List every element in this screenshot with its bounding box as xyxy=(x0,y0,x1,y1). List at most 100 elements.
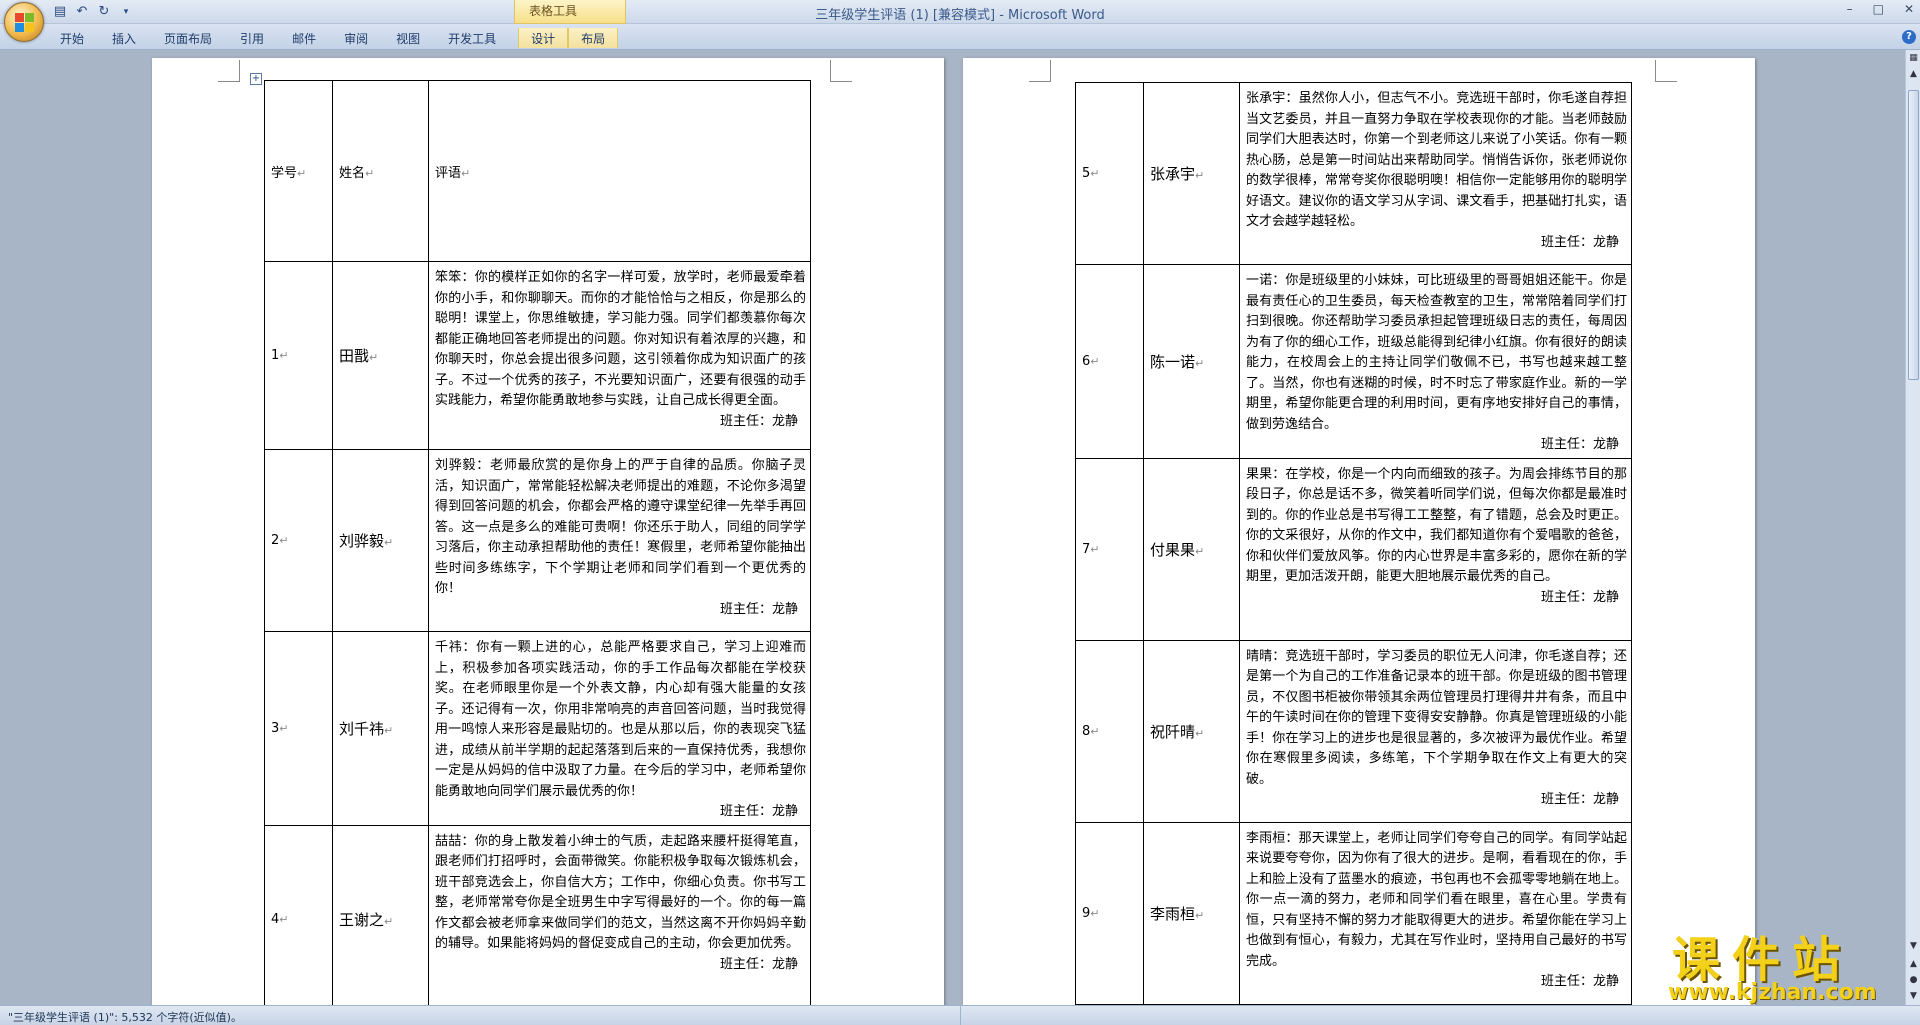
redo-icon[interactable]: ↻ xyxy=(96,4,112,20)
office-logo-icon xyxy=(15,13,35,33)
header-student-no: 学号↵ xyxy=(264,80,333,262)
office-button[interactable] xyxy=(4,2,44,42)
document-title: 三年级学生评语 (1) [兼容模式] - xyxy=(815,8,1009,23)
row-student-no: 4↵ xyxy=(264,824,333,1005)
row-comment[interactable]: 张承宇：虽然你人小，但志气不小。竞选班干部时，你毛遂自荐担当文艺委员，并且一直努… xyxy=(1239,82,1632,265)
row-comment[interactable]: 果果：在学校，你是一个内向而细致的孩子。为周会排练节目的那段日子，你总是话不多，… xyxy=(1239,457,1632,641)
table-row: 2↵ 刘骅毅↵ 刘骅毅：老师最欣赏的是你身上的严于自律的品质。你脑子灵活，知识面… xyxy=(264,449,811,632)
quick-access-toolbar: ▤ ↶ ↻ ▾ xyxy=(52,3,134,20)
ruler-toggle-icon[interactable]: ▦ xyxy=(1907,52,1920,65)
table-row: 9↵ 李雨桓↵ 李雨桓：那天课堂上，老师让同学们夸夸自己的同学。有同学站起来说要… xyxy=(1075,821,1632,1005)
row-student-no: 1↵ xyxy=(264,261,333,450)
comment-text: 张承宇：虽然你人小，但志气不小。竞选班干部时，你毛遂自荐担当文艺委员，并且一直努… xyxy=(1246,91,1627,229)
tab-references[interactable]: 引用 xyxy=(228,28,276,48)
table-row: 6↵ 陈一诺↵ 一诺：你是班级里的小妹妹，可比班级里的哥哥姐姐还能干。你是最有责… xyxy=(1075,264,1632,459)
window-title: 三年级学生评语 (1) [兼容模式] - Microsoft Word xyxy=(0,4,1920,23)
scroll-up-icon[interactable]: ▲ xyxy=(1907,68,1920,81)
undo-icon[interactable]: ↶ xyxy=(74,4,90,20)
help-icon[interactable]: ? xyxy=(1902,30,1916,44)
teacher-signature: 班主任：龙静 xyxy=(1540,589,1619,605)
maximize-icon[interactable]: □ xyxy=(1873,2,1884,16)
teacher-signature: 班主任：龙静 xyxy=(719,956,798,972)
table-row: 8↵ 祝阡晴↵ 晴晴：竞选班干部时，学习委员的职位无人问津，你毛遂自荐；还是第一… xyxy=(1075,639,1632,823)
row-comment[interactable]: 笨笨：你的模样正如你的名字一样可爱，放学时，老师最爱牵着你的小手，和你聊聊天。而… xyxy=(428,261,811,450)
teacher-signature: 班主任：龙静 xyxy=(719,804,798,819)
row-student-name: 陈一诺↵ xyxy=(1143,264,1240,459)
row-student-name: 李雨桓↵ xyxy=(1143,821,1240,1005)
comment-text: 晴晴：竞选班干部时，学习委员的职位无人问津，你毛遂自荐；还是第一个为自己的工作准… xyxy=(1246,648,1627,787)
crop-mark xyxy=(830,60,852,82)
tab-view[interactable]: 视图 xyxy=(384,28,432,48)
comment-text: 笨笨：你的模样正如你的名字一样可爱，放学时，老师最爱牵着你的小手，和你聊聊天。而… xyxy=(435,270,806,408)
save-icon[interactable]: ▤ xyxy=(52,4,68,20)
ribbon-tabs: 开始 插入 页面布局 引用 邮件 审阅 视图 开发工具 设计 布局 xyxy=(48,28,622,48)
student-name: 祝阡晴 xyxy=(1150,722,1196,741)
row-student-no: 5↵ xyxy=(1075,82,1144,265)
row-student-name: 张承宇↵ xyxy=(1143,82,1240,265)
student-name: 付果果 xyxy=(1150,540,1196,559)
row-comment[interactable]: 喆喆：你的身上散发着小绅士的气质，走起路来腰杆挺得笔直，跟老师们打招呼时，会面带… xyxy=(428,824,811,1005)
table-row: 5↵ 张承宇↵ 张承宇：虽然你人小，但志气不小。竞选班干部时，你毛遂自荐担当文艺… xyxy=(1075,82,1632,265)
page-left: + 学号↵ 姓名↵ 评语↵ 1↵ 田戬↵ 笨笨：你的模样正如你的名字一样可爱，放… xyxy=(152,58,944,1005)
tab-home[interactable]: 开始 xyxy=(48,28,96,48)
table-move-handle-icon[interactable]: + xyxy=(250,73,262,85)
minimize-icon[interactable]: – xyxy=(1847,2,1853,16)
scroll-thumb[interactable] xyxy=(1908,90,1919,380)
row-comment[interactable]: 李雨桓：那天课堂上，老师让同学们夸夸自己的同学。有同学站起来说要夸夸你，因为你有… xyxy=(1239,821,1632,1005)
row-student-no: 3↵ xyxy=(264,631,333,826)
student-name: 张承宇 xyxy=(1150,165,1196,183)
table-row: 4↵ 王谢之↵ 喆喆：你的身上散发着小绅士的气质，走起路来腰杆挺得笔直，跟老师们… xyxy=(264,824,811,1005)
teacher-signature: 班主任：龙静 xyxy=(1540,437,1619,452)
customize-qat-icon[interactable]: ▾ xyxy=(118,4,134,20)
page-right: 5↵ 张承宇↵ 张承宇：虽然你人小，但志气不小。竞选班干部时，你毛遂自荐担当文艺… xyxy=(963,58,1755,1005)
status-text: "三年级学生评语 (1)": 5,532 个字符(近似值)。 xyxy=(8,1011,242,1024)
document-area: + 学号↵ 姓名↵ 评语↵ 1↵ 田戬↵ 笨笨：你的模样正如你的名字一样可爱，放… xyxy=(0,50,1905,1005)
comment-text: 果果：在学校，你是一个内向而细致的孩子。为周会排练节目的那段日子，你总是话不多，… xyxy=(1246,466,1627,585)
watermark-url: www.kjzhan.com xyxy=(1668,980,1877,1005)
tab-review[interactable]: 审阅 xyxy=(332,28,380,48)
header-name: 姓名↵ xyxy=(332,80,429,262)
teacher-signature: 班主任：龙静 xyxy=(719,601,798,617)
evaluation-table-left: 学号↵ 姓名↵ 评语↵ 1↵ 田戬↵ 笨笨：你的模样正如你的名字一样可爱，放学时… xyxy=(264,80,811,1005)
select-browse-object-icon[interactable]: ● xyxy=(1907,974,1920,987)
header-student-no-label: 学号 xyxy=(271,165,298,181)
header-comment: 评语↵ xyxy=(428,80,811,262)
previous-page-icon[interactable]: ▲ xyxy=(1907,958,1920,971)
row-comment[interactable]: 一诺：你是班级里的小妹妹，可比班级里的哥哥姐姐还能干。你是最有责任心的卫生委员，… xyxy=(1239,264,1632,459)
row-comment[interactable]: 晴晴：竞选班干部时，学习委员的职位无人问津，你毛遂自荐；还是第一个为自己的工作准… xyxy=(1239,639,1632,823)
row-student-no: 9↵ xyxy=(1075,821,1144,1005)
teacher-signature: 班主任：龙静 xyxy=(1540,974,1619,989)
scroll-down-icon[interactable]: ▼ xyxy=(1907,940,1920,953)
tab-developer[interactable]: 开发工具 xyxy=(436,28,508,48)
row-student-no: 6↵ xyxy=(1075,264,1144,459)
crop-mark xyxy=(1029,60,1051,82)
row-student-no: 2↵ xyxy=(264,449,333,632)
tab-layout[interactable]: 布局 xyxy=(568,28,619,48)
crop-mark xyxy=(218,60,240,82)
watermark-logo: 课件站 www.kjzhan.com xyxy=(1662,920,1898,1010)
table-row: 3↵ 刘千祎↵ 千祎：你有一颗上进的心，总能严格要求自己，学习上迎难而上，积极参… xyxy=(264,631,811,826)
vertical-scrollbar[interactable]: ▦ ▲ ▼ ▲ ● ▼ xyxy=(1905,50,1920,1005)
student-name: 王谢之 xyxy=(339,910,385,929)
close-icon[interactable]: ✕ xyxy=(1904,2,1914,16)
tab-page-layout[interactable]: 页面布局 xyxy=(152,28,224,48)
next-page-icon[interactable]: ▼ xyxy=(1907,990,1920,1003)
row-student-name: 刘骅毅↵ xyxy=(332,449,429,632)
row-comment[interactable]: 千祎：你有一颗上进的心，总能严格要求自己，学习上迎难而上，积极参加各项实践活动，… xyxy=(428,631,811,826)
status-bar: "三年级学生评语 (1)": 5,532 个字符(近似值)。 xyxy=(0,1005,1920,1025)
tab-design[interactable]: 设计 xyxy=(518,28,569,48)
crop-mark xyxy=(1655,60,1677,82)
app-name: Microsoft Word xyxy=(1008,8,1105,23)
student-name: 刘千祎 xyxy=(339,719,385,738)
comment-text: 喆喆：你的身上散发着小绅士的气质，走起路来腰杆挺得笔直，跟老师们打招呼时，会面带… xyxy=(435,833,806,952)
tab-insert[interactable]: 插入 xyxy=(100,28,148,48)
window-controls: – □ ✕ xyxy=(1847,2,1914,16)
comment-text: 刘骅毅：老师最欣赏的是你身上的严于自律的品质。你脑子灵活，知识面广，常常能轻松解… xyxy=(435,458,806,596)
row-comment[interactable]: 刘骅毅：老师最欣赏的是你身上的严于自律的品质。你脑子灵活，知识面广，常常能轻松解… xyxy=(428,449,811,632)
tab-mailings[interactable]: 邮件 xyxy=(280,28,328,48)
ribbon: 开始 插入 页面布局 引用 邮件 审阅 视图 开发工具 设计 布局 ? xyxy=(0,24,1920,50)
title-bar: ▤ ↶ ↻ ▾ 表格工具 三年级学生评语 (1) [兼容模式] - Micros… xyxy=(0,0,1920,42)
row-student-name: 田戬↵ xyxy=(332,261,429,450)
teacher-signature: 班主任：龙静 xyxy=(1540,234,1619,250)
row-student-name: 祝阡晴↵ xyxy=(1143,639,1240,823)
